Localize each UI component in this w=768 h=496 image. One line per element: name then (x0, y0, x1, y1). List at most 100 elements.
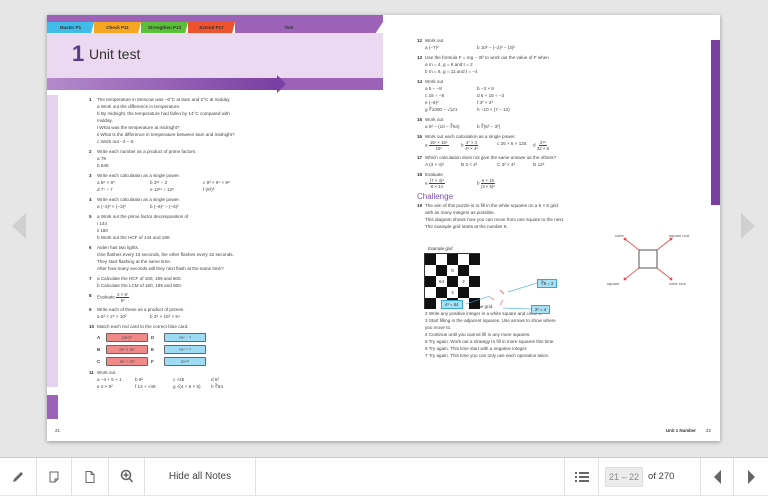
question-part: The aim of this puzzle is to fill in the… (425, 203, 558, 208)
next-spread-arrow-icon[interactable] (741, 213, 755, 239)
question-part: c Work out −4 − 6. (97, 139, 135, 144)
question-line: c Work out −4 − 6. (89, 138, 379, 145)
question-number (89, 234, 97, 241)
grid-caption: Example grid (428, 246, 453, 251)
page-title: Unit test (89, 46, 141, 62)
note-button[interactable] (37, 457, 72, 496)
question-number (417, 123, 425, 130)
unit-header: 1 Unit test (47, 33, 383, 78)
book-spread: Master P1 Check P11 Strengthen P13 Extend P… (47, 15, 720, 441)
question-line: midday. (89, 117, 379, 124)
previous-spread-arrow-icon[interactable] (12, 213, 26, 239)
question-number (89, 110, 97, 117)
challenge-step: 5 Try again. Work out a strategy to fill… (425, 339, 555, 344)
challenge-step: 6 Try again. This time start with a nega… (425, 346, 528, 351)
page-number-input[interactable]: 21 – 22 (605, 466, 643, 487)
question-part: e (−6)² (425, 100, 439, 105)
hide-all-notes-button[interactable]: Hide all Notes (145, 457, 256, 496)
question-line: a 5 − −8 b −3 × 8 (417, 85, 697, 92)
question-number (417, 106, 425, 113)
question-part: b Work out the HCF of 144 and 180. (97, 235, 171, 240)
card-blue[interactable]: m⁴ ⁻ ³ (164, 333, 206, 342)
question-part: a 15³ × 15⁵ 15² (425, 140, 449, 151)
question-9: 9 Write each of these as a product of pri… (89, 306, 379, 320)
challenge-step: 2 Write any positive integer in a white … (425, 311, 543, 316)
question-1: 1 The temperature in Moscow was −6°C at 6… (89, 96, 379, 145)
question-part: They start flashing at the same time. (97, 259, 172, 264)
question-number (417, 223, 425, 230)
grid-cell (469, 298, 480, 309)
question-number (417, 140, 425, 151)
question-line: 5 a Work out the prime factor decompositi… (89, 213, 379, 220)
question-number: 11 (89, 370, 94, 375)
question-line: a 5² − (10 − ∛64) b ∛(6² − 3²) (417, 123, 697, 130)
question-part: Write each of these as a product of prim… (97, 307, 185, 312)
question-3: 3 Write each calculation as a single powe… (89, 172, 379, 193)
card-letter: F (151, 359, 154, 364)
zoom-in-button[interactable] (109, 457, 145, 496)
question-part: a Work out the difference in temperature… (97, 104, 181, 109)
grid-cell: 4 (447, 287, 458, 298)
pencil-button[interactable] (0, 457, 37, 496)
margin-strip-right (711, 40, 720, 205)
diagram-label-br: cube root (669, 281, 687, 286)
grid-cell (425, 265, 436, 276)
tab-strengthen-p13[interactable]: Strengthen P13 (141, 22, 188, 33)
right-page: 12 Work out a (−7)² b 10² − (−2)² − (3)² 13 U… (383, 15, 720, 441)
question-number (89, 179, 97, 186)
card-blue[interactable]: m⁴ˣ³ (164, 357, 206, 366)
question-line: 18 Evaluate (417, 171, 697, 178)
card-blue[interactable]: m⁴ ⁺ ³ (164, 345, 206, 354)
question-part: d 6 + 15 ÷ −3 (477, 93, 505, 98)
question-line: e (−6)² f 3² × 2³ (417, 99, 697, 106)
question-line: 11 Work out (89, 369, 379, 376)
question-part: a (7 × 4)² 8 × 14 (425, 178, 445, 189)
question-part: Work out (425, 79, 444, 84)
question-16: 16 Work out each calculation as a single … (417, 133, 697, 151)
question-13: 13 Use the formula F = mg − 3t² to work o… (417, 54, 697, 75)
question-line: i What was the temperature at midnight? (89, 124, 379, 131)
question-number (417, 209, 425, 216)
question-part: with as many integers as possible. (425, 210, 495, 215)
page-button[interactable] (72, 457, 109, 496)
tab-extend-p17[interactable]: Extend P17 (188, 22, 235, 33)
question-number (89, 162, 97, 169)
question-line: a (−7)² b 10² − (−2)² − (3)² (417, 44, 697, 51)
question-part: a (−3)² × (−3)² (97, 204, 126, 209)
diagram-label-tr: square root (669, 233, 690, 238)
card-red[interactable]: m⁴ × m³ (106, 345, 148, 354)
question-line: a 8⁶ × 8⁵ b 3¹¹ ÷ 3 c 9³ × 9⁷ × 9⁸ (89, 179, 379, 186)
question-line: a 78 (89, 155, 379, 162)
question-11: 11 Work out a −4 + 5 + 1b 9² c √25 d 5³ e 2 ×… (89, 369, 379, 390)
grid-cell (458, 287, 469, 298)
question-number: 18 (417, 172, 423, 177)
question-number (89, 203, 97, 210)
grid-cell (425, 254, 436, 265)
diagram-label-bl: square (607, 281, 620, 286)
challenge-step: you move to. (425, 325, 452, 330)
question-number: 1 (89, 97, 92, 102)
tab-master-p1[interactable]: Master P1 (47, 22, 94, 33)
next-page-button[interactable] (734, 458, 768, 496)
document-icon (85, 470, 95, 483)
question-8: 8 Evaluate 2 × 5⁷ 5⁵ (89, 292, 379, 303)
zoom-in-icon (120, 469, 133, 483)
question-line: b By midnight, the temperature had falle… (89, 110, 379, 117)
denominator: (3 × 5)² (480, 184, 495, 189)
fraction: 6 × 15 (3 × 5)² (480, 178, 495, 189)
question-line: 9 Write each of these as a product of pri… (89, 306, 379, 313)
tab-check-p11[interactable]: Check P11 (94, 22, 141, 33)
card-red[interactable]: m⁴ ÷ m³ (106, 357, 148, 366)
question-number: 5 (89, 214, 92, 219)
card-red[interactable]: (m⁴)³ (106, 333, 148, 342)
previous-page-button[interactable] (701, 457, 734, 496)
grid-cell (436, 287, 447, 298)
question-part: c √25 (173, 377, 185, 382)
question-part: a 5 − −8 (425, 86, 442, 91)
contents-button[interactable] (565, 457, 599, 496)
diagram-label-tl: cube (615, 233, 624, 238)
tab-test[interactable]: Test (235, 22, 383, 33)
question-part: ii What is the difference in temperature… (97, 132, 235, 137)
question-part: Write each number as a product of prime … (97, 149, 197, 154)
question-part: a 5³ × 2⁵ × 10² (97, 314, 127, 319)
